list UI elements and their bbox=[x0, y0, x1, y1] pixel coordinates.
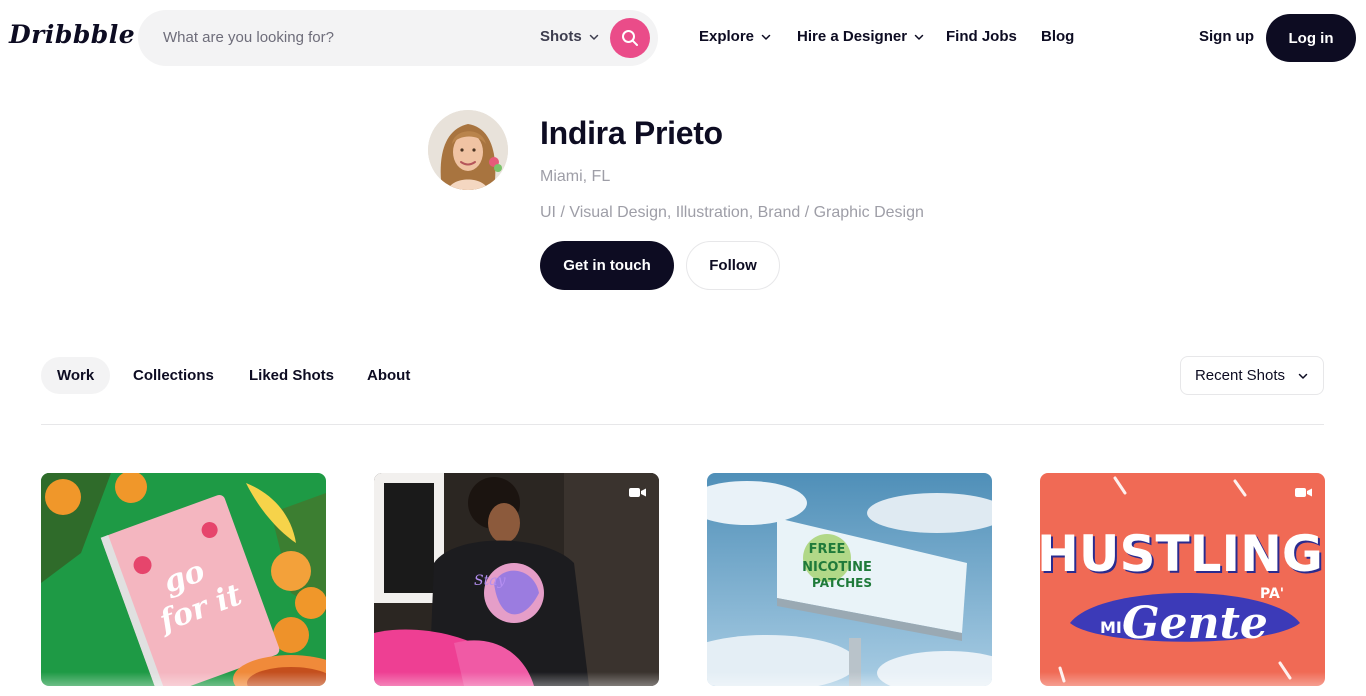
svg-text:MI: MI bbox=[1100, 618, 1122, 637]
search-input[interactable]: What are you looking for? bbox=[163, 29, 334, 46]
video-icon bbox=[629, 488, 646, 497]
shot-card-sweatshirt[interactable]: Stay bbox=[374, 473, 659, 686]
nav-find-jobs[interactable]: Find Jobs bbox=[946, 28, 1017, 45]
search-type-label: Shots bbox=[540, 28, 582, 45]
search-bar: What are you looking for? Shots bbox=[138, 10, 658, 66]
svg-text:FREE: FREE bbox=[809, 542, 846, 557]
shot-thumbnail: FREE NICOTINE PATCHES bbox=[707, 473, 992, 686]
nav-hire-label: Hire a Designer bbox=[797, 28, 908, 45]
login-button[interactable]: Log in bbox=[1266, 14, 1356, 62]
profile-location: Miami, FL bbox=[540, 168, 611, 185]
tab-work[interactable]: Work bbox=[41, 357, 111, 394]
chevron-down-icon bbox=[914, 34, 924, 40]
sort-dropdown[interactable]: Recent Shots bbox=[1180, 356, 1324, 395]
profile-name: Indira Prieto bbox=[540, 115, 723, 151]
nav-explore[interactable]: Explore bbox=[699, 28, 772, 45]
svg-text:PA': PA' bbox=[1260, 586, 1284, 602]
follow-button[interactable]: Follow bbox=[686, 241, 780, 290]
tab-about[interactable]: About bbox=[351, 357, 426, 394]
shot-thumbnail: go for it bbox=[41, 473, 326, 686]
svg-text:HUSTLING: HUSTLING bbox=[1040, 525, 1323, 583]
nav-blog[interactable]: Blog bbox=[1041, 28, 1074, 45]
signup-link[interactable]: Sign up bbox=[1199, 28, 1254, 45]
svg-text:PATCHES: PATCHES bbox=[812, 576, 872, 590]
nav-explore-label: Explore bbox=[699, 28, 755, 45]
chevron-down-icon bbox=[1298, 373, 1308, 379]
shot-card-hustling[interactable]: HUSTLING HUSTLING MI Gente PA' bbox=[1040, 473, 1325, 686]
search-icon bbox=[622, 30, 638, 46]
divider bbox=[41, 424, 1324, 425]
svg-text:Stay: Stay bbox=[474, 573, 507, 589]
avatar bbox=[428, 110, 508, 190]
chevron-down-icon bbox=[761, 34, 771, 40]
chevron-down-icon bbox=[589, 34, 598, 40]
get-in-touch-button[interactable]: Get in touch bbox=[540, 241, 674, 290]
sort-label: Recent Shots bbox=[1194, 367, 1286, 384]
search-type-dropdown[interactable]: Shots bbox=[540, 28, 600, 45]
svg-text:Gente: Gente bbox=[1122, 598, 1268, 649]
shot-thumbnail: Stay bbox=[374, 473, 659, 686]
shot-card-billboard[interactable]: FREE NICOTINE PATCHES bbox=[707, 473, 992, 686]
profile-skills: UI / Visual Design, Illustration, Brand … bbox=[540, 204, 924, 221]
search-button[interactable] bbox=[610, 18, 650, 58]
tab-collections[interactable]: Collections bbox=[117, 357, 230, 394]
svg-text:NICOTINE: NICOTINE bbox=[802, 560, 872, 575]
dribbble-logo[interactable]: Dribbble bbox=[9, 20, 135, 49]
top-navigation: Dribbble What are you looking for? Shots… bbox=[0, 0, 1366, 76]
shot-thumbnail: HUSTLING HUSTLING MI Gente PA' bbox=[1040, 473, 1325, 686]
nav-hire-designer[interactable]: Hire a Designer bbox=[797, 28, 925, 45]
video-icon bbox=[1295, 488, 1312, 497]
tab-liked-shots[interactable]: Liked Shots bbox=[233, 357, 350, 394]
shot-card-planner[interactable]: go for it bbox=[41, 473, 326, 686]
